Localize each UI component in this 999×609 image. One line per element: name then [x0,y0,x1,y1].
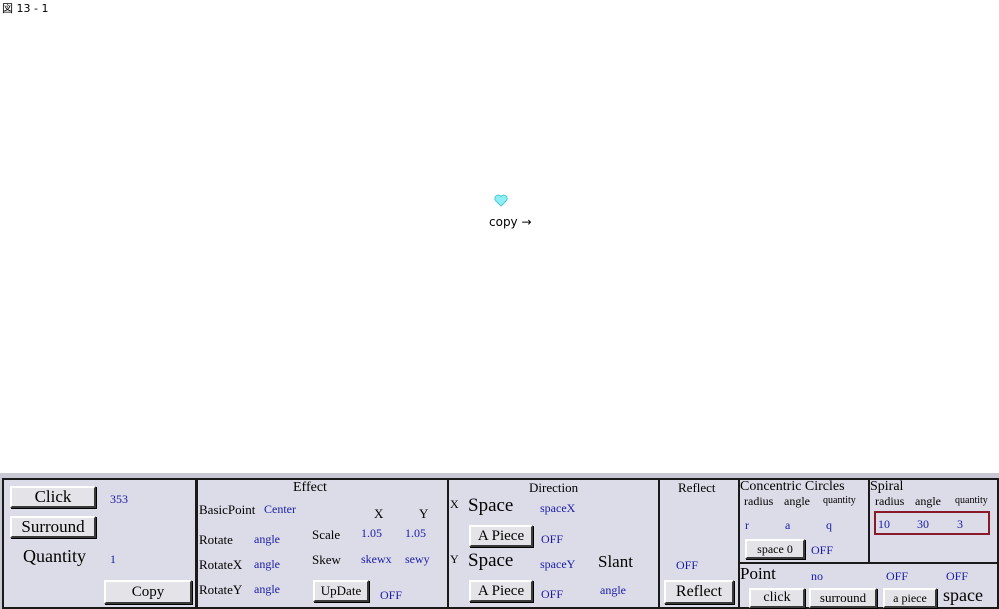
x-piece-button[interactable]: A Piece [469,525,533,547]
concentric-radius-header: radius [744,494,774,508]
figure-label: 図 13 - 1 [2,2,49,15]
spiral-box: Spiral radius angle quantity 10 30 3 [868,478,999,564]
reflect-title: Reflect [678,480,716,495]
spiral-angle-value: 30 [917,517,929,531]
spiral-radius-value: 10 [878,517,890,531]
click-button[interactable]: Click [10,486,96,508]
control-panel: Click 353 Surround Quantity 1 Copy Effec… [0,473,999,609]
x-piece-state: OFF [541,532,564,546]
point-box: Point no OFF OFF click surround a piece … [738,562,999,609]
surround-button[interactable]: Surround [10,516,96,538]
point-space-label: space [943,585,983,605]
update-state: OFF [380,588,403,602]
direction-box: Direction X Space spaceX A Piece OFF Y S… [447,478,660,609]
rotate-value: angle [254,532,280,546]
concentric-title: Concentric Circles [740,479,845,494]
reflect-button[interactable]: Reflect [664,580,734,604]
spiral-title: Spiral [870,479,904,494]
rotatey-value: angle [254,582,280,596]
spiral-quantity-header: quantity [955,495,988,506]
x-space-label: Space [468,495,514,516]
rotatey-label: RotateY [199,582,243,597]
left-box: Click 353 Surround Quantity 1 Copy [2,478,197,609]
spiral-values-field[interactable]: 10 30 3 [874,511,990,535]
y-marker: Y [450,552,459,566]
scale-label: Scale [312,527,341,542]
effect-title: Effect [293,480,327,495]
reflect-state: OFF [676,558,699,572]
basicpoint-value: Center [264,502,296,516]
slant-label: Slant [598,552,633,571]
y-piece-state: OFF [541,587,564,601]
concentric-quantity-value: q [826,518,832,532]
point-state-1: OFF [886,569,909,583]
spiral-radius-header: radius [875,494,905,508]
point-surround-button[interactable]: surround [809,588,877,608]
space0-button[interactable]: space 0 [745,539,805,559]
copy-note: copy → [489,215,532,229]
update-button[interactable]: UpDate [313,580,369,602]
scale-x-value: 1.05 [361,526,382,540]
concentric-angle-value: a [785,518,791,532]
spiral-quantity-value: 3 [957,517,963,531]
slant-value: angle [600,583,626,597]
concentric-quantity-header: quantity [823,495,856,506]
concentric-radius-value: r [745,518,749,532]
basicpoint-label: BasicPoint [199,502,256,517]
quantity-value: 1 [110,552,116,566]
rotate-label: Rotate [199,532,233,547]
y-space-value: spaceY [540,557,576,571]
concentric-box: Concentric Circles radius angle quantity… [738,478,870,564]
rotatex-value: angle [254,557,280,571]
y-space-label: Space [468,550,514,571]
y-header: Y [419,506,429,521]
heart-icon[interactable] [494,194,510,208]
point-click-button[interactable]: click [749,588,805,608]
y-piece-button[interactable]: A Piece [469,580,533,602]
point-title: Point [740,564,776,583]
concentric-angle-header: angle [784,494,810,508]
direction-title: Direction [529,480,579,495]
x-space-value: spaceX [540,501,576,515]
skew-y-value: sewy [405,552,430,566]
quantity-label: Quantity [23,546,86,566]
spiral-angle-header: angle [915,494,941,508]
point-value: no [811,569,823,583]
copy-button[interactable]: Copy [104,580,192,604]
x-header: X [374,506,384,521]
point-apiece-button[interactable]: a piece [883,588,937,608]
skew-x-value: skewx [361,552,392,566]
scale-y-value: 1.05 [405,526,426,540]
x-marker: X [450,497,459,511]
reflect-box: Reflect OFF Reflect [658,478,740,609]
point-state-2: OFF [946,569,969,583]
effect-box: Effect BasicPoint Center X Y Rotate angl… [196,478,449,609]
rotatex-label: RotateX [199,557,243,572]
click-value: 353 [110,492,128,506]
skew-label: Skew [312,552,341,567]
space0-state: OFF [811,543,834,557]
